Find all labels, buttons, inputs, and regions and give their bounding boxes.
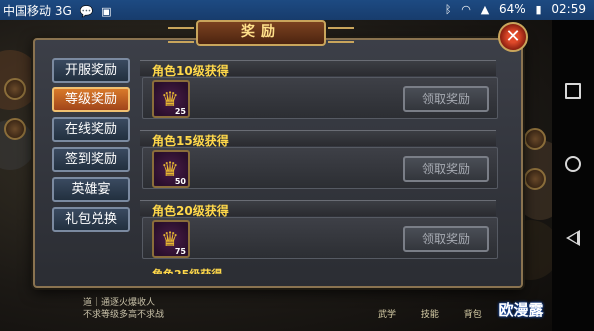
chat-line: 不求等级多高不求战 xyxy=(83,310,165,320)
bottom-hud: 武学 技能 背包 xyxy=(378,307,504,320)
hud-skills[interactable]: 技能 xyxy=(421,310,439,320)
tab-online-reward[interactable]: 在线奖励 xyxy=(52,117,130,142)
reward-item-slot[interactable]: ♛ 50 xyxy=(152,150,190,188)
wechat-icon: 💬 xyxy=(79,5,94,18)
clock: 02:59 xyxy=(551,2,586,16)
hud-bag[interactable]: 背包 xyxy=(464,310,482,320)
chat-box[interactable]: 道｜通逐火爆收人 不求等级多高不求战 xyxy=(83,297,164,321)
claim-reward-button[interactable]: 领取奖励 xyxy=(403,86,489,112)
tab-level-reward[interactable]: 等级奖励 xyxy=(52,87,130,112)
bluetooth-icon: ᛒ xyxy=(444,3,452,16)
right-side-icon-2[interactable] xyxy=(524,168,546,190)
watermark-logo: 欧漫露 xyxy=(498,301,544,319)
reward-row: 角色20级获得 ♛ 75 领取奖励 xyxy=(138,192,498,259)
hud-martial-arts[interactable]: 武学 xyxy=(378,310,396,320)
dialog-title: 奖励 xyxy=(168,20,354,46)
item-count: 75 xyxy=(174,247,186,256)
left-side-icon-2[interactable] xyxy=(4,118,26,140)
status-bar: 中国移动 3G 💬 ▣ ᛒ ◠ ▲ 64% ▮ 02:59 xyxy=(0,0,594,20)
tab-gift-redeem[interactable]: 礼包兑换 xyxy=(52,207,130,232)
tab-server-open[interactable]: 开服奖励 xyxy=(52,58,130,83)
item-count: 50 xyxy=(174,177,186,186)
reward-list[interactable]: 角色10级获得 ♛ 25 领取奖励 角色15级获得 ♛ 50 领取奖励 角色20… xyxy=(138,52,498,274)
reward-row: 角色10级获得 ♛ 25 领取奖励 xyxy=(138,52,498,119)
claim-reward-button[interactable]: 领取奖励 xyxy=(403,156,489,182)
reward-item-slot[interactable]: ♛ 75 xyxy=(152,220,190,258)
claim-reward-button[interactable]: 领取奖励 xyxy=(403,226,489,252)
home-icon[interactable] xyxy=(565,156,581,172)
android-nav-bar xyxy=(552,20,594,331)
battery-label: 64% xyxy=(499,2,526,16)
reward-item-slot[interactable]: ♛ 25 xyxy=(152,80,190,118)
left-side-icon-1[interactable] xyxy=(4,78,26,100)
battery-icon: ▮ xyxy=(535,3,542,16)
reward-row-title-partial: 角色25级获得 xyxy=(152,266,222,274)
reward-row: 角色15级获得 ♛ 50 领取奖励 xyxy=(138,122,498,189)
recents-icon[interactable] xyxy=(565,83,581,99)
wifi-icon: ◠ xyxy=(461,3,471,16)
chat-line: 道｜通逐火爆收人 xyxy=(83,298,156,308)
close-button[interactable]: ✕ xyxy=(498,22,528,52)
tab-hero-feast[interactable]: 英雄宴 xyxy=(52,177,130,202)
back-icon[interactable] xyxy=(566,230,580,246)
notification-icon: ▣ xyxy=(101,5,112,18)
item-count: 25 xyxy=(174,107,186,116)
signal-icon: ▲ xyxy=(480,3,490,16)
right-side-icon-1[interactable] xyxy=(524,128,546,150)
carrier-label: 中国移动 3G xyxy=(3,4,72,18)
tab-sign-in-reward[interactable]: 签到奖励 xyxy=(52,147,130,172)
